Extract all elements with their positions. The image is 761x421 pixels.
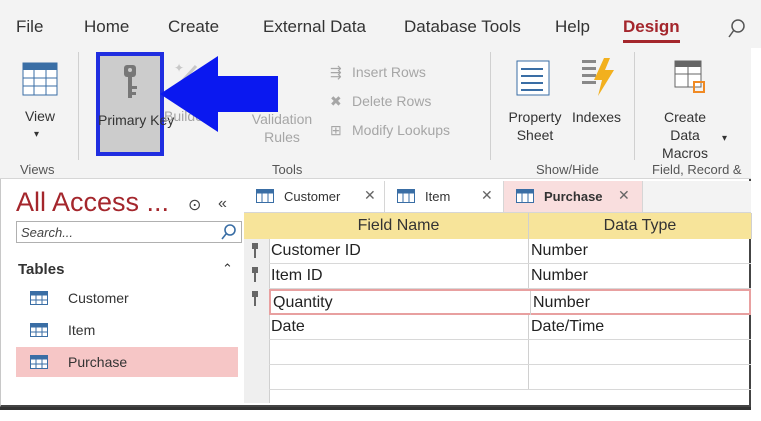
bottom-border [0,407,751,410]
close-icon[interactable]: ✕ [364,187,376,204]
nav-search-input[interactable]: Search... [16,221,242,243]
tab-help[interactable]: Help [555,17,590,37]
field-name-cell[interactable]: Item ID [271,267,323,285]
nav-item-label: Customer [68,290,129,306]
table-icon [30,323,48,337]
field-name-cell[interactable]: Quantity [273,294,333,312]
primary-key-label: Primary Key [98,112,175,128]
close-icon[interactable]: ✕ [618,187,630,204]
data-type-cell[interactable]: Date/Time [531,318,604,336]
view-button[interactable]: View [20,107,60,125]
indexes-icon[interactable] [580,58,616,96]
primary-key-indicator-icon [252,291,258,306]
row-selector-column [244,239,270,403]
key-icon [124,65,137,98]
document-tab-bar: Customer ✕ Item ✕ Purchase ✕ [244,181,751,213]
doc-tab-purchase[interactable]: Purchase ✕ [504,181,643,212]
tab-database-tools[interactable]: Database Tools [404,17,521,37]
table-row[interactable]: Item ID Number [269,264,751,289]
delete-rows-icon: ✖ [330,93,342,109]
divider [634,52,635,160]
doc-tab-label: Purchase [544,189,603,204]
primary-key-button[interactable]: Primary Key [96,52,175,156]
create-data-macros-button[interactable]: Create Data Macros [650,108,720,162]
nav-item-label: Item [68,322,96,338]
table-icon [397,189,415,203]
search-icon[interactable] [728,18,746,40]
nav-item-customer[interactable]: Customer [16,283,238,313]
view-dropdown-icon[interactable]: ▾ [34,126,39,144]
field-name-cell[interactable]: Customer ID [271,242,361,260]
section-tables[interactable]: Tables [18,261,64,278]
insert-rows-icon: ⇶ [330,64,342,80]
tab-file[interactable]: File [16,17,43,37]
column-header-field-name[interactable]: Field Name [269,213,529,239]
nav-item-label: Purchase [68,354,128,370]
annotation-arrow [160,56,278,132]
divider [490,52,491,160]
close-icon[interactable]: ✕ [481,187,493,204]
delete-rows-button[interactable]: Delete Rows [352,92,431,110]
datasheet-view-icon[interactable] [22,62,58,96]
collapse-section-icon[interactable]: ⌃ [222,261,233,277]
field-name-cell[interactable]: Date [271,318,305,336]
search-placeholder: Search... [21,225,74,240]
table-row-current[interactable]: Quantity Number [269,289,751,315]
doc-tab-customer[interactable]: Customer ✕ [244,181,385,212]
macros-dropdown-icon[interactable]: ▾ [722,130,727,148]
indexes-button[interactable]: Indexes [572,108,621,126]
data-type-cell[interactable]: Number [531,267,588,285]
group-tools-label: Tools [272,162,303,177]
table-icon [516,189,534,203]
data-type-cell[interactable]: Number [531,242,588,260]
table-icon [30,291,48,305]
group-show-hide-label: Show/Hide [536,162,599,177]
modify-lookups-icon: ⊞ [330,122,342,138]
nav-menu-icon[interactable]: ⊙ [188,195,201,215]
insert-rows-button[interactable]: Insert Rows [352,63,426,81]
tab-external-data[interactable]: External Data [263,17,366,37]
data-macros-icon[interactable] [674,60,708,94]
navigation-pane: All Access ... ⊙ « Search... Tables ⌃ Cu… [14,181,242,403]
shutter-bar-icon[interactable]: « [218,195,227,213]
modify-lookups-button[interactable]: Modify Lookups [352,121,450,139]
group-views-label: Views [20,162,55,177]
table-row[interactable]: Customer ID Number [269,239,751,264]
tab-design[interactable]: Design [623,17,680,43]
doc-tab-item[interactable]: Item ✕ [385,181,504,212]
doc-tab-label: Customer [284,189,341,204]
nav-item-purchase[interactable]: Purchase [16,347,238,377]
ribbon-tab-bar: File Home Create External Data Database … [0,0,761,48]
primary-key-indicator-icon [252,267,258,282]
property-sheet-button[interactable]: Property Sheet [500,108,570,144]
table-row[interactable]: Date Date/Time [269,315,751,340]
group-field-record-label: Field, Record & [652,162,742,177]
primary-key-indicator-icon [252,243,258,258]
tab-home[interactable]: Home [84,17,129,37]
nav-pane-title[interactable]: All Access ... [16,187,169,218]
divider [78,52,79,160]
property-sheet-icon[interactable] [516,60,550,96]
nav-item-item[interactable]: Item [16,315,238,345]
search-icon[interactable] [221,223,237,241]
table-icon [30,355,48,369]
data-type-cell[interactable]: Number [533,294,590,312]
column-header-data-type[interactable]: Data Type [529,213,752,239]
table-row[interactable] [269,365,751,390]
table-design-grid: Field Name Data Type Customer ID Number … [244,213,752,403]
select-all-corner[interactable] [244,213,270,239]
tab-create[interactable]: Create [168,17,219,37]
table-icon [256,189,274,203]
doc-tab-label: Item [425,189,451,204]
table-row[interactable] [269,340,751,365]
